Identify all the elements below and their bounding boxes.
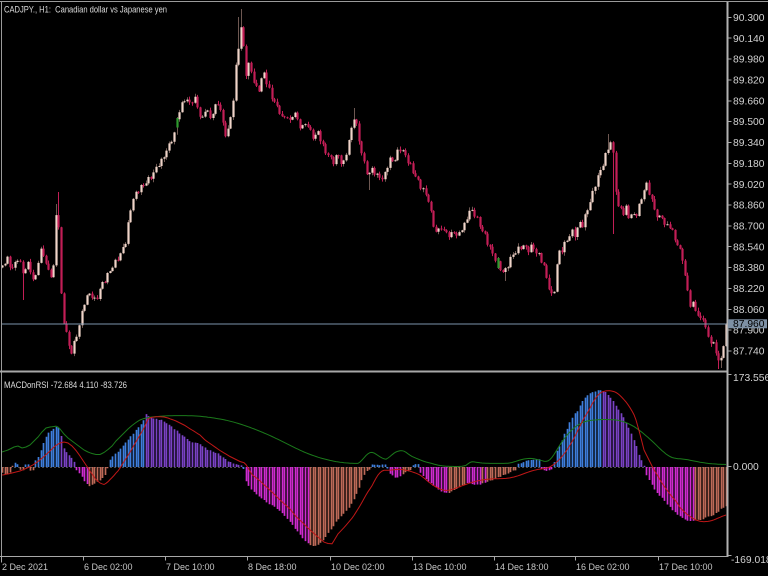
svg-text:10 Dec 02:00: 10 Dec 02:00 <box>331 562 385 572</box>
svg-text:MACDonRSI -72.684 4.110 -83.72: MACDonRSI -72.684 4.110 -83.726 <box>4 380 127 391</box>
svg-text:88.380: 88.380 <box>733 263 765 274</box>
svg-text:89.020: 89.020 <box>733 180 765 191</box>
svg-text:89.500: 89.500 <box>733 117 765 128</box>
svg-text:0.000: 0.000 <box>733 462 759 473</box>
svg-text:89.180: 89.180 <box>733 159 765 170</box>
svg-text:6 Dec 02:00: 6 Dec 02:00 <box>84 562 133 572</box>
svg-text:89.340: 89.340 <box>733 138 765 149</box>
svg-text:13 Dec 10:00: 13 Dec 10:00 <box>413 562 467 572</box>
svg-text:89.820: 89.820 <box>733 76 765 87</box>
svg-text:88.220: 88.220 <box>733 284 765 295</box>
svg-text:88.540: 88.540 <box>733 242 765 253</box>
svg-text:7 Dec 10:00: 7 Dec 10:00 <box>166 562 215 572</box>
svg-text:88.700: 88.700 <box>733 222 765 233</box>
svg-text:88.860: 88.860 <box>733 201 765 212</box>
svg-text:2 Dec 2021: 2 Dec 2021 <box>2 562 48 572</box>
svg-text:173.556: 173.556 <box>733 373 768 384</box>
svg-text:89.660: 89.660 <box>733 96 765 107</box>
svg-text:CADJPY., H1: Canadian dollar: CADJPY., H1: Canadian dollar vs Japanese… <box>4 5 167 16</box>
svg-text:14 Dec 18:00: 14 Dec 18:00 <box>495 562 549 572</box>
svg-text:8 Dec 18:00: 8 Dec 18:00 <box>248 562 297 572</box>
svg-text:90.300: 90.300 <box>733 13 765 24</box>
svg-text:88.060: 88.060 <box>733 305 765 316</box>
svg-text:-169.018: -169.018 <box>731 555 768 566</box>
svg-text:87.740: 87.740 <box>733 347 765 358</box>
svg-text:87.960: 87.960 <box>733 319 765 330</box>
svg-text:17 Dec 10:00: 17 Dec 10:00 <box>659 562 713 572</box>
svg-text:90.140: 90.140 <box>733 34 765 45</box>
svg-text:89.980: 89.980 <box>733 55 765 66</box>
svg-text:16 Dec 02:00: 16 Dec 02:00 <box>576 562 630 572</box>
